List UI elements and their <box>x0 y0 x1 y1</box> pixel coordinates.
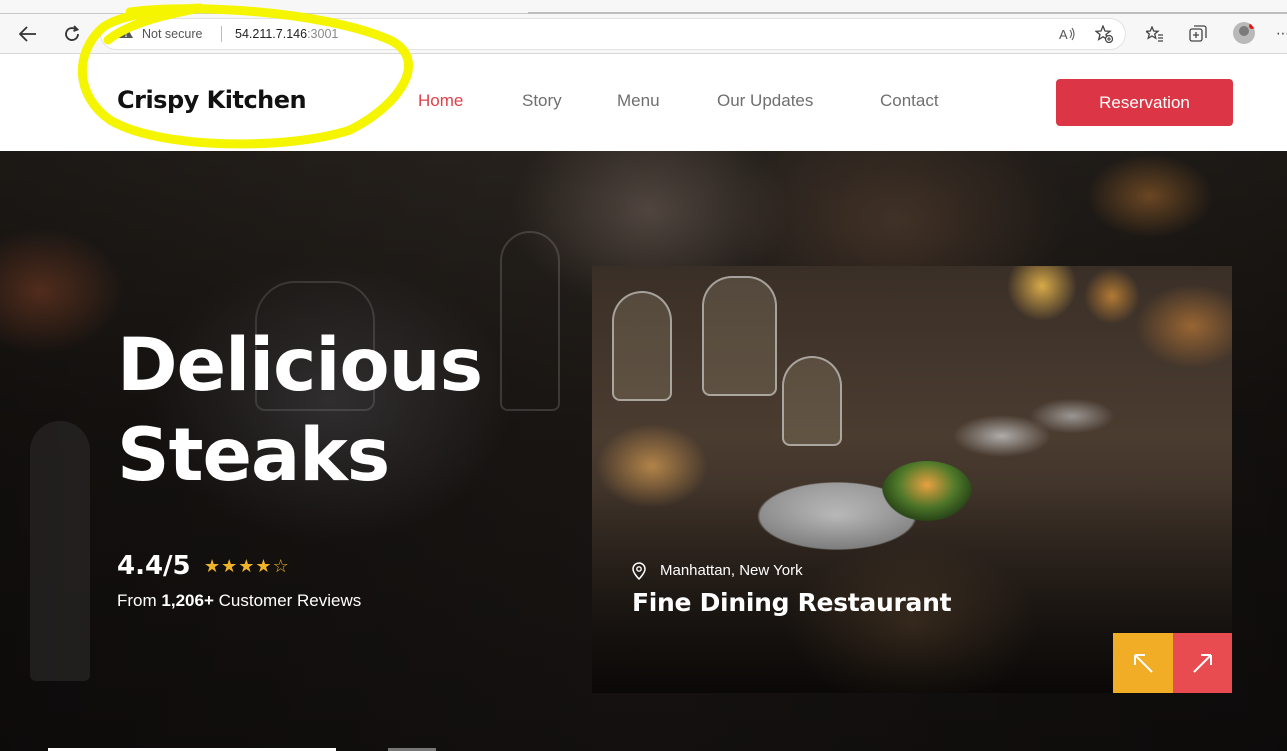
carousel-prev-button[interactable] <box>1113 633 1173 693</box>
star-icon: ★ <box>221 556 239 577</box>
review-count: From 1,206+ Customer Reviews <box>117 591 361 611</box>
nav-contact[interactable]: Contact <box>880 91 939 111</box>
card-location: Manhattan, New York <box>660 562 803 579</box>
svg-text:A: A <box>1059 27 1068 41</box>
url-text[interactable]: 54.211.7.146:3001 <box>235 27 338 41</box>
address-separator <box>221 26 222 42</box>
site-logo[interactable]: Crispy Kitchen <box>117 86 307 114</box>
notification-dot <box>1249 23 1255 29</box>
tab-strip-border <box>528 12 1287 14</box>
reload-icon[interactable] <box>58 20 86 48</box>
url-port: :3001 <box>307 27 339 41</box>
card-glass <box>702 276 777 396</box>
arrow-up-right-icon <box>1193 654 1212 673</box>
security-status-label[interactable]: Not secure <box>142 27 202 41</box>
nav-our-updates[interactable]: Our Updates <box>717 91 813 111</box>
reservation-button[interactable]: Reservation <box>1056 79 1233 126</box>
reviews-prefix: From <box>117 591 157 610</box>
nav-menu[interactable]: Menu <box>617 91 660 111</box>
star-icon: ★ <box>204 556 222 577</box>
star-icon: ★ <box>238 556 256 577</box>
browser-toolbar: Not secure 54.211.7.146:3001 A ⋯ <box>0 0 1287 54</box>
add-favorite-icon[interactable] <box>1093 23 1115 45</box>
location-pin-icon <box>632 562 646 581</box>
hero-title: Delicious Steaks <box>117 321 483 501</box>
collections-icon[interactable] <box>1187 23 1209 45</box>
arrow-up-left-icon <box>1134 654 1153 673</box>
reviews-suffix: Customer Reviews <box>218 591 362 610</box>
url-host: 54.211.7.146 <box>235 27 308 41</box>
nav-home[interactable]: Home <box>418 91 463 111</box>
rating-stars: ★★★★☆ <box>204 556 290 577</box>
card-glass <box>612 291 672 401</box>
favorites-icon[interactable] <box>1144 23 1166 45</box>
star-outline-icon: ☆ <box>272 556 290 577</box>
card-title: Fine Dining Restaurant <box>632 588 952 617</box>
nav-story[interactable]: Story <box>522 91 562 111</box>
star-icon: ★ <box>255 556 273 577</box>
hero-title-line1: Delicious <box>117 323 483 408</box>
warning-icon[interactable] <box>118 25 134 43</box>
more-menu-icon[interactable]: ⋯ <box>1272 23 1287 45</box>
hero-title-line2: Steaks <box>117 413 390 498</box>
profile-icon[interactable] <box>1233 22 1255 44</box>
read-aloud-icon[interactable]: A <box>1057 23 1079 45</box>
card-glass <box>782 356 842 446</box>
rating-score: 4.4/5 <box>117 551 191 581</box>
reviews-count: 1,206+ <box>161 591 214 610</box>
featured-restaurant-card[interactable]: Manhattan, New York Fine Dining Restaura… <box>592 266 1232 693</box>
carousel-next-button[interactable] <box>1173 633 1232 693</box>
back-arrow-icon[interactable] <box>14 20 42 48</box>
